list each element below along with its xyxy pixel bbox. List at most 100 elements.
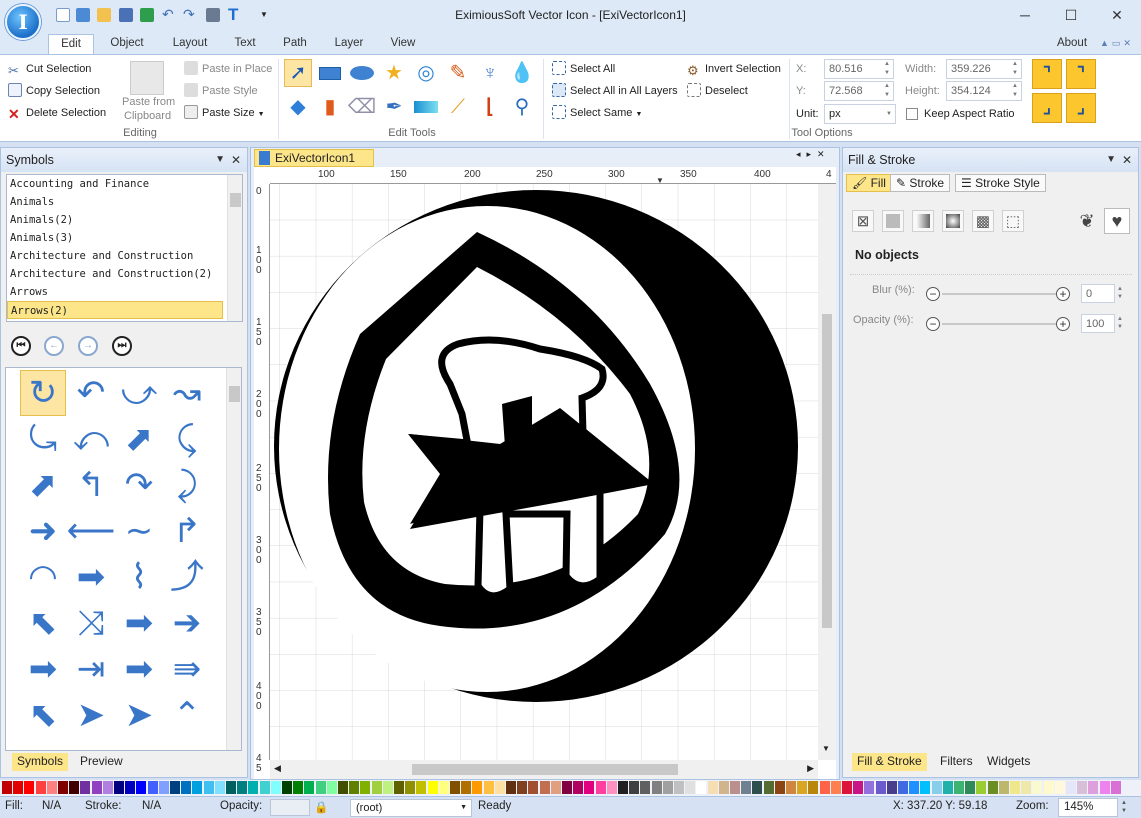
tab-edit[interactable]: Edit: [48, 34, 94, 54]
undo-icon[interactable]: ↶: [162, 7, 176, 22]
tab-stroke[interactable]: ✎ Stroke: [890, 174, 951, 192]
palette-swatch[interactable]: [1032, 781, 1043, 794]
spin-arrows-icon[interactable]: ▲ ▼: [1117, 315, 1123, 331]
palette-swatch[interactable]: [886, 781, 897, 794]
panel-close-icon[interactable]: ✕: [1122, 148, 1132, 172]
palette-swatch[interactable]: [696, 781, 707, 794]
tab-filters[interactable]: Filters: [935, 753, 978, 771]
eraser-tool-icon[interactable]: ⌫: [348, 93, 376, 121]
palette-swatch[interactable]: [461, 781, 472, 794]
document-tab[interactable]: ExiVectorIcon1: [254, 149, 374, 167]
symbol-arrow-icon[interactable]: ➜: [20, 508, 66, 554]
symbol-arrow-icon[interactable]: ➔: [164, 600, 210, 646]
palette-swatch[interactable]: [382, 781, 393, 794]
linear-gradient-icon[interactable]: [912, 210, 934, 232]
palette-swatch[interactable]: [629, 781, 640, 794]
color-picker-tool-icon[interactable]: ✒: [380, 93, 408, 121]
list-item[interactable]: Arrows: [7, 283, 242, 301]
star-tool-icon[interactable]: ★: [380, 59, 408, 87]
palette-swatch[interactable]: [685, 781, 696, 794]
palette-swatch[interactable]: [875, 781, 886, 794]
radial-gradient-icon[interactable]: [942, 210, 964, 232]
palette-swatch[interactable]: [718, 781, 729, 794]
calligraphy-tool-icon[interactable]: ♆: [476, 59, 504, 87]
palette-swatch[interactable]: [1043, 781, 1054, 794]
palette-swatch[interactable]: [853, 781, 864, 794]
open-folder-icon[interactable]: [97, 8, 111, 22]
document-tab-controls[interactable]: ◂▸✕: [796, 149, 831, 160]
y-input[interactable]: 72.568 ▲ ▼: [824, 81, 894, 101]
palette-swatch[interactable]: [326, 781, 337, 794]
palette-swatch[interactable]: [125, 781, 136, 794]
symbol-arrow-icon[interactable]: ⟵: [67, 508, 116, 554]
symbol-arrow-icon[interactable]: ⤿: [20, 416, 66, 462]
unit-select[interactable]: px ▼: [824, 104, 896, 124]
width-input[interactable]: 359.226 ▲ ▼: [946, 59, 1022, 79]
palette-swatch[interactable]: [226, 781, 236, 794]
palette-swatch[interactable]: [539, 781, 550, 794]
fill-rule-evenodd-icon[interactable]: ❦: [1076, 210, 1098, 232]
palette-swatch[interactable]: [651, 781, 662, 794]
tab-stroke-style[interactable]: ☰ Stroke Style: [955, 174, 1046, 192]
blur-decrease-button[interactable]: −: [926, 287, 940, 301]
palette-swatch[interactable]: [920, 781, 931, 794]
dropper-tool-icon[interactable]: 💧: [508, 59, 536, 87]
palette-swatch[interactable]: [438, 781, 449, 794]
paste-size-button[interactable]: Paste Size ▼: [184, 103, 265, 123]
palette-swatch[interactable]: [786, 781, 796, 794]
palette-swatch[interactable]: [640, 781, 651, 794]
palette-swatch[interactable]: [214, 781, 225, 794]
spin-arrows-icon[interactable]: ▲ ▼: [881, 60, 893, 78]
palette-swatch[interactable]: [842, 781, 852, 794]
palette-swatch[interactable]: [46, 781, 57, 794]
tab-fill[interactable]: 🖌 Fill: [846, 174, 892, 192]
palette-swatch[interactable]: [707, 781, 718, 794]
palette-swatch[interactable]: [528, 781, 539, 794]
palette-swatch[interactable]: [35, 781, 46, 794]
palette-swatch[interactable]: [618, 781, 628, 794]
palette-swatch[interactable]: [181, 781, 192, 794]
tab-symbols[interactable]: Symbols: [12, 753, 69, 771]
palette-swatch[interactable]: [909, 781, 920, 794]
panel-menu-icon[interactable]: ▼: [1106, 148, 1116, 172]
spray-tool-icon[interactable]: ▮: [316, 93, 344, 121]
palette-swatch[interactable]: [259, 781, 270, 794]
palette-swatch[interactable]: [102, 781, 113, 794]
palette-swatch[interactable]: [898, 781, 908, 794]
palette-swatch[interactable]: [942, 781, 953, 794]
symbol-arrow-icon[interactable]: ⬉: [20, 692, 66, 738]
list-item[interactable]: Animals(3): [7, 229, 242, 247]
spiral-tool-icon[interactable]: ◎: [412, 59, 440, 87]
palette-swatch[interactable]: [58, 781, 68, 794]
symbol-arrow-icon[interactable]: ⤴: [164, 554, 210, 600]
palette-swatch[interactable]: [203, 781, 214, 794]
scroll-down-icon[interactable]: ▼: [822, 744, 830, 753]
paste-in-place-button[interactable]: Paste in Place: [184, 59, 272, 79]
opacity-slider[interactable]: [942, 323, 1056, 325]
spin-arrows-icon[interactable]: ▲ ▼: [1009, 60, 1021, 78]
palette-swatch[interactable]: [674, 781, 684, 794]
palette-swatch[interactable]: [114, 781, 124, 794]
palette-swatch[interactable]: [1088, 781, 1099, 794]
paste-from-clipboard-button[interactable]: Paste from: [122, 95, 175, 109]
palette-swatch[interactable]: [80, 781, 91, 794]
app-logo-icon[interactable]: I: [5, 4, 41, 40]
palette-swatch[interactable]: [136, 781, 147, 794]
delete-selection-button[interactable]: ✕ Delete Selection: [8, 103, 106, 123]
symbol-arrow-icon[interactable]: ↝: [164, 370, 210, 416]
list-item[interactable]: Animals: [7, 193, 242, 211]
palette-swatch[interactable]: [360, 781, 371, 794]
fill-rule-nonzero-icon[interactable]: ♥: [1104, 208, 1130, 234]
palette-swatch[interactable]: [752, 781, 763, 794]
palette-swatch[interactable]: [1010, 781, 1020, 794]
blur-slider[interactable]: [942, 293, 1056, 295]
symbol-arrow-icon[interactable]: ⇛: [164, 646, 210, 692]
node-tool-icon[interactable]: ◆: [284, 93, 312, 121]
symbol-arrow-icon[interactable]: ∼: [116, 508, 162, 554]
palette-swatch[interactable]: [349, 781, 360, 794]
panel-close-icon[interactable]: ✕: [231, 148, 241, 172]
paste-style-button[interactable]: Paste Style: [184, 81, 258, 101]
tab-preview[interactable]: Preview: [75, 753, 128, 771]
palette-swatch[interactable]: [472, 781, 483, 794]
symbol-arrow-icon[interactable]: ↶: [68, 370, 114, 416]
